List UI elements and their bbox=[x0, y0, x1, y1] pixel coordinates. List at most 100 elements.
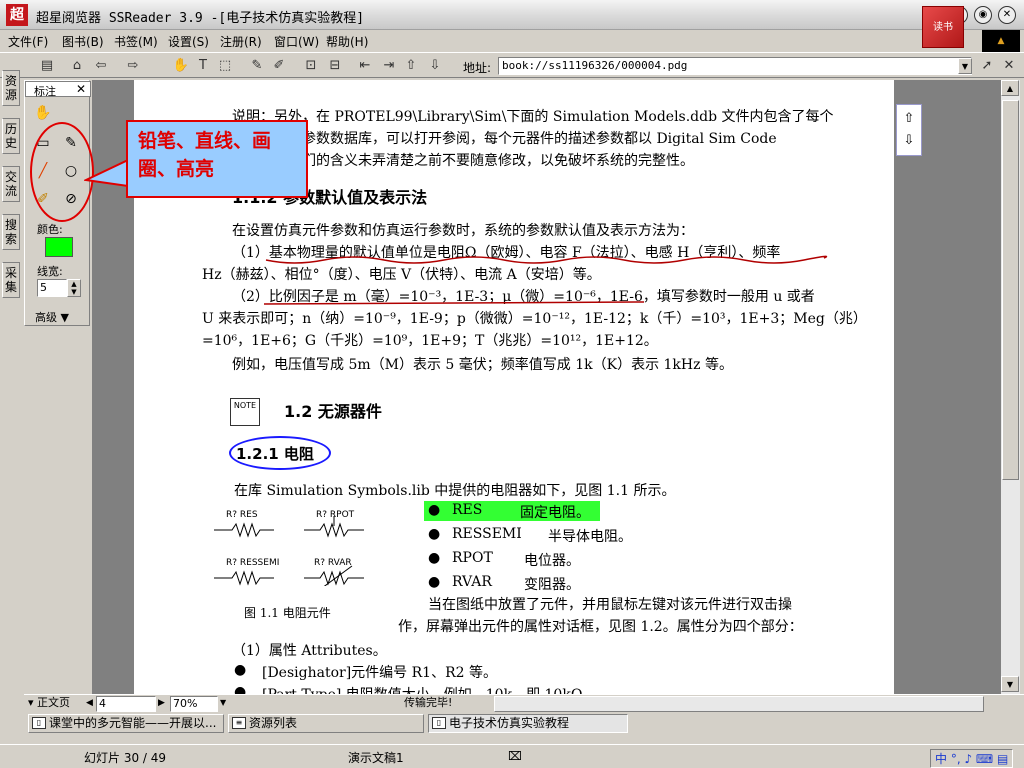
book-icon: ▯ bbox=[432, 717, 446, 729]
address-label: 地址: bbox=[463, 61, 492, 75]
figure-caption: 图 1.1 电阻元件 bbox=[244, 606, 331, 620]
menu-book[interactable]: 图书(B) bbox=[62, 33, 104, 50]
address-input[interactable]: book://ss11196326/000004.pdg bbox=[498, 57, 972, 75]
zoom-dropdown-icon[interactable]: ▼ bbox=[220, 696, 230, 712]
tab-label: 资源列表 bbox=[249, 716, 298, 730]
fit-width-icon[interactable]: ⊡ bbox=[302, 57, 320, 75]
brand-logo: 读书 bbox=[922, 6, 964, 48]
select-icon[interactable]: ⬚ bbox=[216, 57, 234, 75]
doc-line: 作，屏幕弹出元件的属性对话框，见图 1.2。属性分为四个部分： bbox=[398, 619, 803, 635]
note-icon: NOTE bbox=[230, 398, 260, 426]
go-icon[interactable]: ➚ bbox=[978, 57, 996, 75]
color-swatch[interactable] bbox=[45, 237, 73, 257]
tab-collect[interactable]: 采集 bbox=[2, 262, 20, 298]
book-icon: ▯ bbox=[32, 717, 46, 729]
view-mode-dropdown[interactable]: ▾ 正文页 bbox=[28, 696, 88, 712]
tab-resources[interactable]: 资源 bbox=[2, 70, 20, 106]
annotation-panel-header: 标注 ✕ bbox=[25, 81, 91, 98]
fit-page-icon[interactable]: ⊟ bbox=[326, 57, 344, 75]
line-width-stepper[interactable]: ▲ ▼ bbox=[67, 279, 81, 297]
annotate-icon[interactable]: ✎ bbox=[248, 57, 266, 75]
horizontal-scrollbar[interactable] bbox=[494, 696, 984, 712]
prev-page-icon[interactable]: ⇧ bbox=[901, 111, 917, 127]
status-bar: ▾ 正文页 ◀ 4 ▶ 70% ▼ 传输完毕! bbox=[24, 694, 1024, 712]
zoom-select[interactable]: 70% bbox=[170, 696, 218, 712]
resistor-symbols bbox=[214, 516, 364, 586]
panel-icon[interactable]: ▤ bbox=[38, 57, 56, 75]
hand-icon[interactable]: ✋ bbox=[172, 57, 190, 75]
close-button[interactable]: ✕ bbox=[998, 6, 1016, 24]
prev-icon[interactable]: ◀ bbox=[86, 696, 96, 712]
text-tool-icon[interactable]: T bbox=[194, 57, 212, 75]
page-down-icon[interactable]: ⇩ bbox=[426, 57, 444, 75]
next-icon[interactable]: ▶ bbox=[158, 696, 168, 712]
ime-tray[interactable]: 中 °, ♪ ⌨ ▤ bbox=[930, 749, 1014, 768]
close-toolbar-icon[interactable]: ✕ bbox=[1000, 57, 1018, 75]
vertical-scrollbar[interactable]: ▲ ▼ bbox=[1000, 80, 1020, 694]
home-icon[interactable]: ⌂ bbox=[68, 57, 86, 75]
menu-help[interactable]: 帮助(H) bbox=[326, 33, 368, 50]
tab-exchange[interactable]: 交流 bbox=[2, 166, 20, 202]
bullet-name: RES bbox=[452, 502, 483, 518]
menu-window[interactable]: 窗口(W) bbox=[274, 33, 319, 50]
toolbar: ▤ ⌂ ⇦ ⇨ ✋ T ⬚ ✎ ✐ ⊡ ⊟ ⇤ ⇥ ⇧ ⇩ 地址: book:/… bbox=[0, 52, 1024, 78]
transfer-status: 传输完毕! bbox=[404, 696, 453, 709]
bullet-name: RPOT bbox=[452, 550, 493, 566]
bullet-char: ● bbox=[234, 684, 247, 694]
next-page-icon[interactable]: ⇩ bbox=[901, 133, 917, 149]
sidebar-tabs: 资源 历史 交流 搜索 采集 bbox=[0, 70, 22, 310]
menu-settings[interactable]: 设置(S) bbox=[168, 33, 209, 50]
bullet-name: RVAR bbox=[452, 574, 492, 590]
section-heading: 1.2 无源器件 bbox=[284, 402, 382, 421]
corner-logo: ▲ bbox=[982, 30, 1020, 52]
menu-bookmark[interactable]: 书签(M) bbox=[114, 33, 158, 50]
back-icon[interactable]: ⇦ bbox=[92, 57, 110, 75]
tab-doc-3[interactable]: ▯ 电子技术仿真实验教程 bbox=[428, 714, 628, 733]
hand-tool-icon[interactable]: ✋ bbox=[33, 103, 53, 123]
tab-doc-2[interactable]: ≡ 资源列表 bbox=[228, 714, 424, 733]
line-width-label: 线宽: bbox=[37, 265, 63, 278]
forward-icon[interactable]: ⇨ bbox=[124, 57, 142, 75]
tab-label: 课堂中的多元智能——开展以... bbox=[49, 716, 217, 730]
bullet-char: ● bbox=[234, 662, 247, 678]
taskbar: 幻灯片 30 / 49 演示文稿1 ⌧ 中 °, ♪ ⌨ ▤ bbox=[0, 744, 1024, 768]
keyboard-icon[interactable]: ⌧ bbox=[508, 749, 522, 763]
page-number-input[interactable]: 4 bbox=[96, 696, 156, 712]
marker-icon[interactable]: ✐ bbox=[270, 57, 288, 75]
scroll-down-icon[interactable]: ▼ bbox=[1001, 676, 1019, 692]
scroll-up-icon[interactable]: ▲ bbox=[1001, 80, 1019, 96]
bullet-desc: 固定电阻。 bbox=[520, 505, 590, 521]
page-nav-widget: ⇧ ⇩ bbox=[896, 104, 922, 156]
tab-history[interactable]: 历史 bbox=[2, 118, 20, 154]
doc-line: 在库 Simulation Symbols.lib 中提供的电阻器如下，见图 1… bbox=[234, 483, 676, 499]
doc-line: [Part Type] 电阻数值大小，例如，10k，即 10kΩ。 bbox=[262, 684, 596, 694]
bullet-name: RESSEMI bbox=[452, 526, 522, 542]
bullet-desc: 变阻器。 bbox=[524, 577, 580, 593]
advanced-dropdown[interactable]: 高级 ▼ bbox=[35, 309, 69, 325]
bullet-desc: 半导体电阻。 bbox=[548, 529, 632, 545]
presentation-name: 演示文稿1 bbox=[348, 751, 404, 765]
line-width-input[interactable]: 5 bbox=[37, 279, 67, 297]
first-page-icon[interactable]: ⇤ bbox=[356, 57, 374, 75]
slide-counter: 幻灯片 30 / 49 bbox=[84, 751, 167, 765]
doc-line: 当在图纸中放置了元件，并用鼠标左键对该元件进行双击操 bbox=[428, 597, 792, 613]
address-dropdown-icon[interactable]: ▼ bbox=[958, 58, 972, 74]
menu-register[interactable]: 注册(R) bbox=[220, 33, 262, 50]
restore-button[interactable]: ◉ bbox=[974, 6, 992, 24]
scroll-thumb[interactable] bbox=[1002, 100, 1019, 480]
page-up-icon[interactable]: ⇧ bbox=[402, 57, 420, 75]
tab-search[interactable]: 搜索 bbox=[2, 214, 20, 250]
annotation-panel-title: 标注 bbox=[34, 85, 56, 98]
document-tabs: ▯ 课堂中的多元智能——开展以... ≡ 资源列表 ▯ 电子技术仿真实验教程 bbox=[24, 712, 1024, 734]
tab-doc-1[interactable]: ▯ 课堂中的多元智能——开展以... bbox=[28, 714, 224, 733]
menu-file[interactable]: 文件(F) bbox=[8, 33, 48, 50]
bullet-char: ● bbox=[428, 502, 441, 518]
callout-box: 铅笔、直线、画圈、高亮 bbox=[126, 120, 308, 198]
bullet-char: ● bbox=[428, 550, 441, 566]
app-logo-icon: 超 bbox=[6, 4, 28, 26]
color-label: 颜色: bbox=[37, 223, 63, 236]
list-icon: ≡ bbox=[232, 717, 246, 729]
last-page-icon[interactable]: ⇥ bbox=[380, 57, 398, 75]
menu-bar: 文件(F) 图书(B) 书签(M) 设置(S) 注册(R) 窗口(W) 帮助(H… bbox=[0, 30, 1024, 50]
close-icon[interactable]: ✕ bbox=[76, 82, 86, 96]
